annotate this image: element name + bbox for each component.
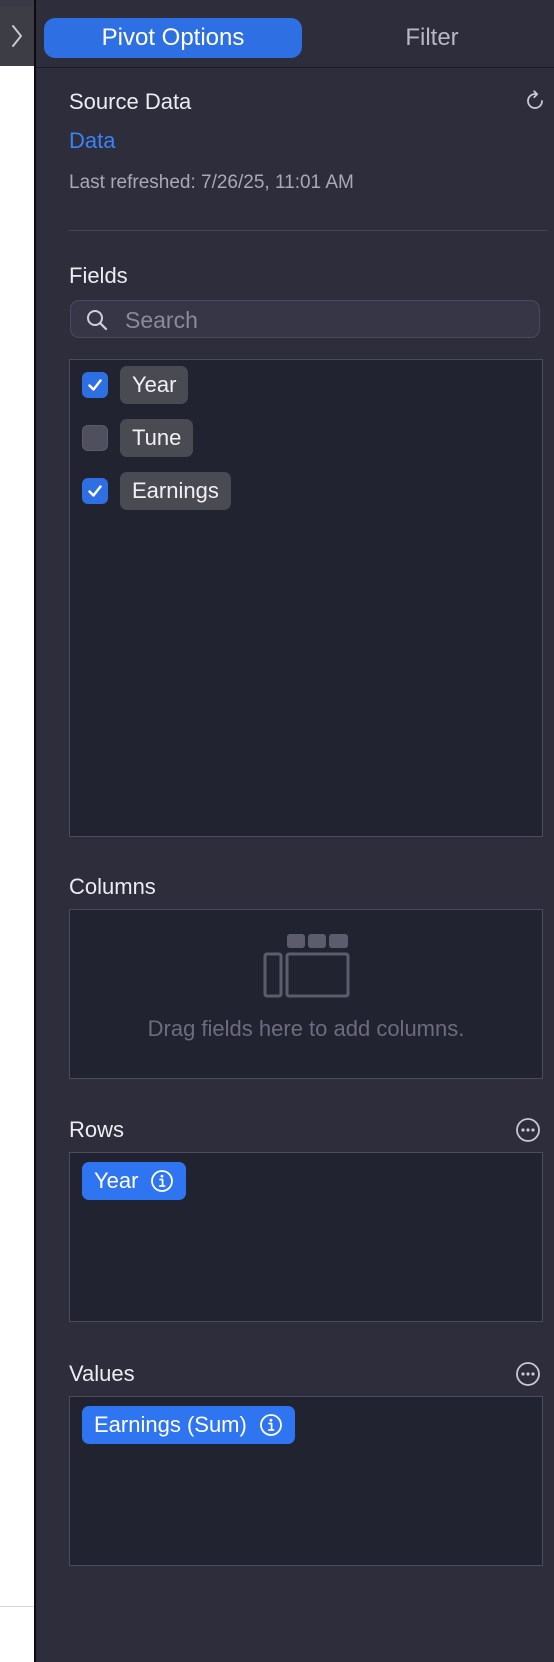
value-field-label: Earnings (Sum)	[94, 1412, 247, 1437]
search-icon	[87, 310, 108, 331]
last-refreshed-text: Last refreshed: 7/26/25, 11:01 AM	[69, 172, 354, 193]
info-button[interactable]	[259, 1413, 283, 1437]
field-chip[interactable]: Earnings	[120, 472, 231, 510]
value-field-pill[interactable]: Earnings (Sum)	[82, 1406, 295, 1444]
refresh-icon	[527, 90, 543, 109]
refresh-button[interactable]	[520, 86, 550, 116]
row-field-label: Year	[94, 1168, 139, 1193]
values-drop-zone[interactable]: Earnings (Sum)	[69, 1396, 543, 1566]
info-icon	[151, 1170, 174, 1192]
source-data-link[interactable]: Data	[69, 128, 115, 154]
source-data-heading: Source Data	[69, 89, 192, 114]
tab-pivot-options[interactable]: Pivot Options	[44, 18, 302, 58]
values-more-button[interactable]	[514, 1360, 542, 1388]
rows-heading: Rows	[69, 1117, 125, 1142]
columns-drop-hint: Drag fields here to add columns.	[147, 1016, 465, 1041]
values-heading: Values	[69, 1361, 135, 1386]
field-chip[interactable]: Year	[120, 366, 189, 404]
rows-more-button[interactable]	[514, 1116, 542, 1144]
columns-drop-zone[interactable]: Drag fields here to add columns.	[69, 909, 543, 1079]
field-checkbox-earnings[interactable]	[82, 478, 108, 504]
field-search	[70, 300, 540, 338]
field-checkbox-year[interactable]	[82, 372, 108, 398]
tab-bar-divider	[36, 67, 554, 68]
more-icon	[516, 1362, 540, 1386]
checkmark-icon	[88, 379, 102, 391]
sheet-area	[0, 6, 34, 1662]
pivot-options-panel: Pivot Options Filter Source Data Data La…	[36, 0, 554, 1662]
checkmark-icon	[88, 485, 102, 497]
row-field-pill[interactable]: Year	[82, 1162, 187, 1200]
tab-filter[interactable]: Filter	[316, 18, 548, 58]
info-icon	[259, 1414, 282, 1436]
collapse-sidebar-button[interactable]	[0, 6, 34, 66]
field-item-year: Year	[82, 365, 189, 405]
columns-heading: Columns	[69, 874, 156, 899]
chevron-right-icon	[12, 25, 22, 47]
field-item-tune: Tune	[82, 418, 194, 458]
more-icon	[516, 1118, 540, 1142]
field-checkbox-tune[interactable]	[82, 425, 108, 451]
field-item-earnings: Earnings	[82, 471, 231, 511]
fields-heading: Fields	[69, 263, 128, 288]
field-chip[interactable]: Tune	[120, 419, 194, 457]
rows-drop-zone[interactable]: Year	[69, 1152, 543, 1322]
section-divider	[68, 230, 548, 231]
columns-layout-icon	[263, 934, 350, 998]
sheet-divider	[0, 1606, 34, 1607]
info-button[interactable]	[150, 1169, 174, 1193]
search-input[interactable]	[123, 303, 527, 337]
fields-list: Year Tune Earnings	[69, 359, 543, 837]
